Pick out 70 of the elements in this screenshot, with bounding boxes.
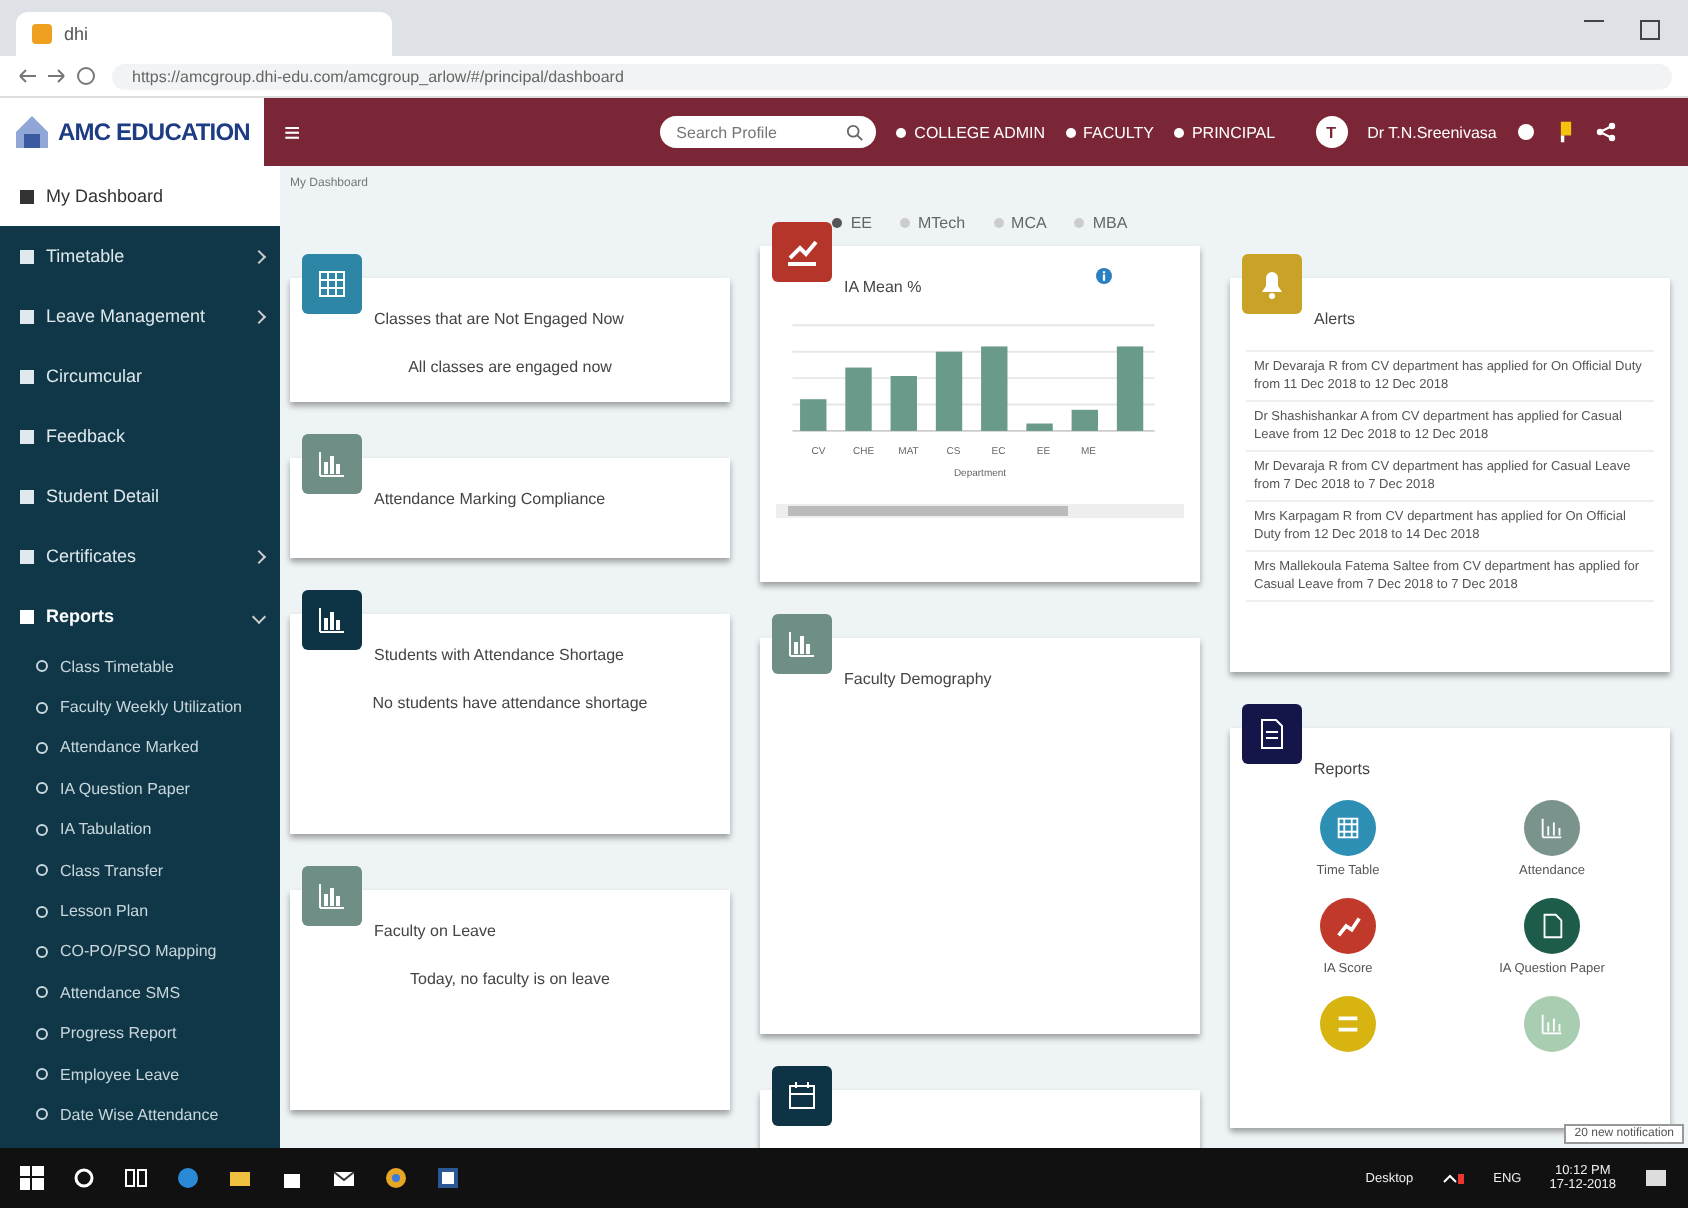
menu-button[interactable]: ≡: [284, 116, 301, 148]
sidebar-subitem[interactable]: Class Timetable: [0, 646, 280, 687]
share-icon[interactable]: [1596, 120, 1617, 144]
sidebar-subitem[interactable]: IA Tabulation: [0, 809, 280, 850]
avatar[interactable]: T: [1315, 116, 1348, 148]
bar: [935, 351, 963, 431]
legend-item[interactable]: MCA: [993, 210, 1047, 234]
sidebar-subitem[interactable]: Faculty Weekly Utilization: [0, 686, 280, 728]
sidebar-subitem[interactable]: Progress Report: [0, 1013, 280, 1054]
card-title: Alerts: [1314, 310, 1355, 328]
card-title: Faculty on Leave: [374, 922, 496, 940]
bar: [1071, 409, 1098, 431]
bar: [981, 346, 1008, 431]
search-icon[interactable]: [72, 1166, 96, 1190]
sidebar-item[interactable]: Feedback: [0, 406, 280, 466]
sidebar-subitem[interactable]: Lesson Plan: [0, 890, 280, 932]
role-link[interactable]: COLLEGE ADMIN: [896, 123, 1046, 141]
legend-item[interactable]: MBA: [1074, 210, 1128, 234]
sidebar-item[interactable]: Circumcular: [0, 346, 280, 406]
bar: [1116, 346, 1144, 431]
flag-icon[interactable]: [1556, 120, 1577, 144]
mail-icon[interactable]: [332, 1166, 356, 1190]
card-title: Classes that are Not Engaged Now: [374, 310, 624, 328]
role-link[interactable]: PRINCIPAL: [1173, 123, 1276, 141]
sidebar-subitem[interactable]: CO-PO/PSO Mapping: [0, 931, 280, 973]
building-icon: [12, 112, 52, 152]
maximize-icon[interactable]: [1640, 20, 1660, 40]
card-title: IA Mean %: [844, 278, 922, 296]
bar: [890, 376, 917, 431]
logo-text: AMC EDUCATION: [58, 118, 250, 146]
role-link[interactable]: FACULTY: [1065, 123, 1154, 141]
scrollbar[interactable]: [776, 504, 1184, 518]
grid-icon[interactable]: [1320, 800, 1376, 856]
sidebar-item[interactable]: Student Detail: [0, 466, 280, 526]
legend-item[interactable]: MTech: [899, 210, 966, 234]
task-view-icon[interactable]: [124, 1166, 148, 1190]
legend-item[interactable]: EE: [832, 210, 872, 234]
card-title: Reports: [1314, 760, 1371, 778]
sidebar-subitem[interactable]: Date Wise Attendance: [0, 1094, 280, 1136]
bar: [1026, 423, 1053, 431]
card-title: Attendance Marking Compliance: [374, 490, 606, 508]
info-icon[interactable]: [1096, 268, 1112, 284]
sidebar-item[interactable]: Leave Management: [0, 286, 280, 346]
bar-chart-icon[interactable]: [1524, 800, 1580, 856]
sidebar-item[interactable]: Certificates: [0, 526, 280, 586]
sidebar-subitem[interactable]: Employee Leave: [0, 1053, 280, 1095]
folder-icon[interactable]: [228, 1166, 252, 1190]
user-name[interactable]: Dr T.N.Sreenivasa: [1367, 123, 1497, 141]
sidebar-item[interactable]: My Dashboard: [0, 166, 280, 226]
navigation-icon[interactable]: [16, 64, 96, 88]
sidebar-subitem[interactable]: Attendance SMS: [0, 972, 280, 1014]
sidebar-subitem[interactable]: Class Transfer: [0, 849, 280, 891]
sidebar-subitem[interactable]: IA Question Paper: [0, 768, 280, 810]
search-field[interactable]: Search Profile: [660, 116, 877, 148]
browser-tab[interactable]: dhi: [16, 12, 392, 56]
sidebar-item[interactable]: Reports: [0, 586, 280, 646]
sidebar-subitem[interactable]: Attendance Marked: [0, 727, 280, 769]
card-title: Students with Attendance Shortage: [374, 646, 624, 664]
line-chart-icon[interactable]: [1320, 898, 1376, 954]
empty-message: No students have attendance shortage: [370, 694, 650, 712]
document-icon[interactable]: [1524, 898, 1580, 954]
empty-message: All classes are engaged now: [406, 358, 614, 376]
logo-icon: [32, 24, 52, 44]
bar: [845, 367, 872, 431]
windows-icon[interactable]: [20, 1166, 44, 1190]
card-title: Faculty Demography: [844, 670, 992, 688]
sidebar-item[interactable]: Timetable: [0, 226, 280, 286]
bar: [800, 399, 827, 431]
empty-message: Today, no faculty is on leave: [408, 970, 612, 988]
address-bar[interactable]: https://amcgroup.dhi-edu.com/amcgroup_arlow/#/principal/dashboard: [112, 63, 1672, 89]
